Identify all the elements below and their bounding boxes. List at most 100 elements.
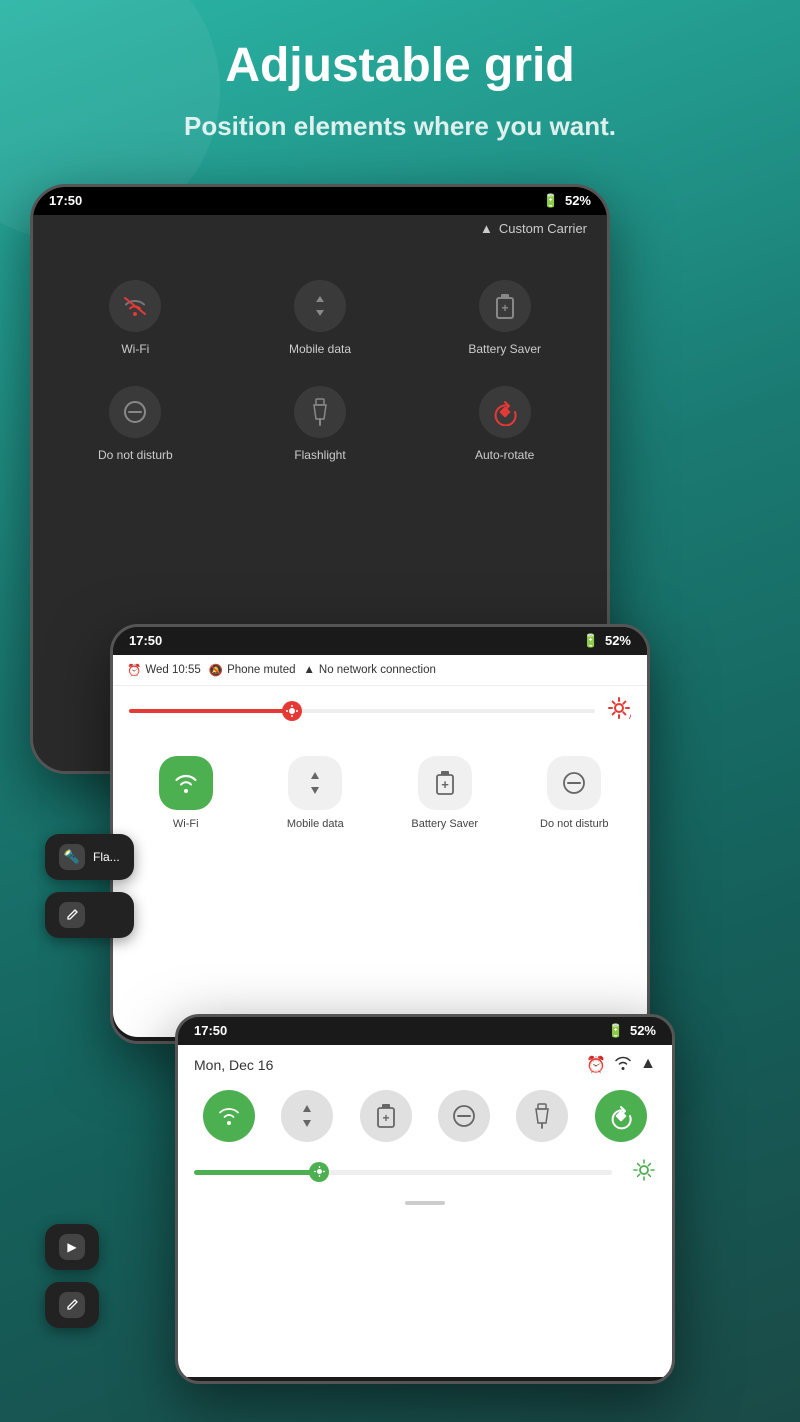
svg-text:+: +: [501, 301, 508, 315]
p3-tile-wifi[interactable]: [203, 1090, 255, 1142]
p3-tile-mobile[interactable]: [281, 1090, 333, 1142]
floating-pills-bottom: ▶: [45, 1224, 99, 1328]
alarm-icon: ⏰: [127, 663, 141, 677]
phone3-qs-row: +: [178, 1082, 672, 1150]
phone1-battery: 52%: [565, 193, 591, 208]
mute-text: Phone muted: [227, 664, 295, 676]
battery-saver-icon-circle: +: [479, 280, 531, 332]
pill-edit-icon: [59, 902, 85, 928]
phone3-time: 17:50: [194, 1023, 227, 1038]
tile-mobile-label: Mobile data: [289, 342, 351, 356]
svg-text:+: +: [382, 1111, 389, 1125]
p3-tile-dnd[interactable]: [438, 1090, 490, 1142]
floating-pill-play[interactable]: ▶: [45, 1224, 99, 1270]
phone2-dnd-icon: [547, 756, 601, 810]
p3-dnd-icon: [438, 1090, 490, 1142]
alarm-icon-p3: ⏰: [586, 1055, 606, 1076]
alarm-notif: ⏰ Wed 10:55: [127, 663, 201, 677]
phone3-content: Mon, Dec 16 ⏰ ▲: [178, 1045, 672, 1377]
pill-play-icon: ▶: [59, 1234, 85, 1260]
phone3-bottom-handle: [405, 1201, 445, 1205]
brightness-slider[interactable]: [129, 709, 595, 713]
dnd-icon-circle: [109, 386, 161, 438]
phone3-frame: 17:50 🔋 52% Mon, Dec 16 ⏰: [175, 1014, 675, 1384]
phone2-battery: 52%: [605, 633, 631, 648]
signal-notif-icon: ▲: [304, 664, 315, 676]
p3-battery-icon: +: [360, 1090, 412, 1142]
phone1-carrier-bar: ▲ Custom Carrier: [33, 215, 607, 242]
floating-pill-edit2[interactable]: [45, 1282, 99, 1328]
alarm-time: Wed 10:55: [145, 664, 200, 676]
phone2-status-bar: 17:50 🔋 52%: [113, 627, 647, 655]
carrier-name: Custom Carrier: [499, 221, 587, 236]
tile-battery-label: Battery Saver: [468, 342, 541, 356]
phone1-battery-icon: 🔋: [543, 193, 559, 209]
floating-pills-container: 🔦 Fla...: [45, 834, 134, 938]
p3-auto-brightness-icon[interactable]: [632, 1158, 656, 1187]
tile-flashlight[interactable]: Flashlight: [228, 368, 413, 474]
p3-tile-battery[interactable]: +: [360, 1090, 412, 1142]
phones-container: 17:50 🔋 52% ▲ Custom Carrier: [0, 174, 800, 1274]
tile-wifi[interactable]: Wi-Fi: [43, 262, 228, 368]
phone3-battery-icon: 🔋: [608, 1023, 624, 1039]
p3-tile-autorotate[interactable]: [595, 1090, 647, 1142]
svg-text:A: A: [629, 712, 631, 720]
phone2-mobile-label: Mobile data: [287, 818, 344, 831]
auto-brightness-icon[interactable]: A: [607, 696, 631, 726]
p3-brightness-slider[interactable]: [194, 1170, 612, 1175]
phone2-battery-icon: +: [418, 756, 472, 810]
tile-autorotate[interactable]: Auto-rotate: [412, 368, 597, 474]
phone1-status-bar: 17:50 🔋 52%: [33, 187, 607, 215]
p3-tile-flashlight[interactable]: [516, 1090, 568, 1142]
tile-battery-saver[interactable]: + Battery Saver: [412, 262, 597, 368]
pill-edit2-icon: [59, 1292, 85, 1318]
signal-icon-p3: ▲: [640, 1055, 656, 1076]
main-title: Adjustable grid: [60, 40, 740, 93]
phone2-tile-mobile[interactable]: Mobile data: [253, 746, 379, 839]
phone3-status-bar: 17:50 🔋 52%: [178, 1017, 672, 1045]
phone3-brightness[interactable]: [178, 1150, 672, 1195]
phone3-status-icons: ⏰ ▲: [586, 1055, 656, 1076]
phone3-date: Mon, Dec 16: [194, 1057, 273, 1073]
phone2-battery-icon: 🔋: [583, 633, 599, 649]
phone2-tile-dnd[interactable]: Do not disturb: [512, 746, 638, 839]
tile-wifi-label: Wi-Fi: [121, 342, 149, 356]
brightness-row[interactable]: A: [113, 686, 647, 736]
wifi-icon-circle: [109, 280, 161, 332]
phone2-mobile-icon: [288, 756, 342, 810]
tile-dnd[interactable]: Do not disturb: [43, 368, 228, 474]
notification-bar: ⏰ Wed 10:55 🔕 Phone muted ▲ No network c…: [113, 655, 647, 686]
mobile-data-icon-circle: [294, 280, 346, 332]
phone2-time: 17:50: [129, 633, 162, 648]
phone2-frame: 17:50 🔋 52% ⏰ Wed 10:55 🔕 Phone muted ▲: [110, 624, 650, 1044]
network-notif: ▲ No network connection: [304, 664, 436, 676]
signal-icon: ▲: [480, 221, 493, 236]
phone2-battery-label: Battery Saver: [411, 818, 478, 831]
phone3-battery: 52%: [630, 1023, 656, 1038]
flashlight-icon-circle: [294, 386, 346, 438]
p3-mobile-icon: [281, 1090, 333, 1142]
phone2-wifi-icon: [159, 756, 213, 810]
phone2-dnd-label: Do not disturb: [540, 818, 608, 831]
wifi-icon-p3: [614, 1055, 632, 1076]
phone2-tile-battery[interactable]: + Battery Saver: [382, 746, 508, 839]
sub-title: Position elements where you want.: [60, 109, 740, 144]
svg-text:+: +: [441, 777, 449, 792]
tile-dnd-label: Do not disturb: [98, 448, 173, 462]
p3-flashlight-icon: [516, 1090, 568, 1142]
brightness-thumb: [282, 701, 302, 721]
autorotate-icon-circle: [479, 386, 531, 438]
p3-brightness-fill: [194, 1170, 319, 1175]
phone2-content: ⏰ Wed 10:55 🔕 Phone muted ▲ No network c…: [113, 655, 647, 1037]
phone2-qs-grid: Wi-Fi Mobile data: [113, 736, 647, 839]
floating-pill-flashlight[interactable]: 🔦 Fla...: [45, 834, 134, 880]
p3-wifi-icon: [203, 1090, 255, 1142]
tile-mobile-data[interactable]: Mobile data: [228, 262, 413, 368]
phone1-qs-grid: Wi-Fi Mobile data: [33, 242, 607, 494]
tile-flashlight-label: Flashlight: [294, 448, 345, 462]
phone2-tile-wifi[interactable]: Wi-Fi: [123, 746, 249, 839]
mute-icon: 🔕: [209, 663, 223, 677]
floating-pill-edit[interactable]: [45, 892, 134, 938]
phone2-wifi-label: Wi-Fi: [173, 818, 199, 831]
pill-flashlight-text: Fla...: [93, 850, 120, 864]
